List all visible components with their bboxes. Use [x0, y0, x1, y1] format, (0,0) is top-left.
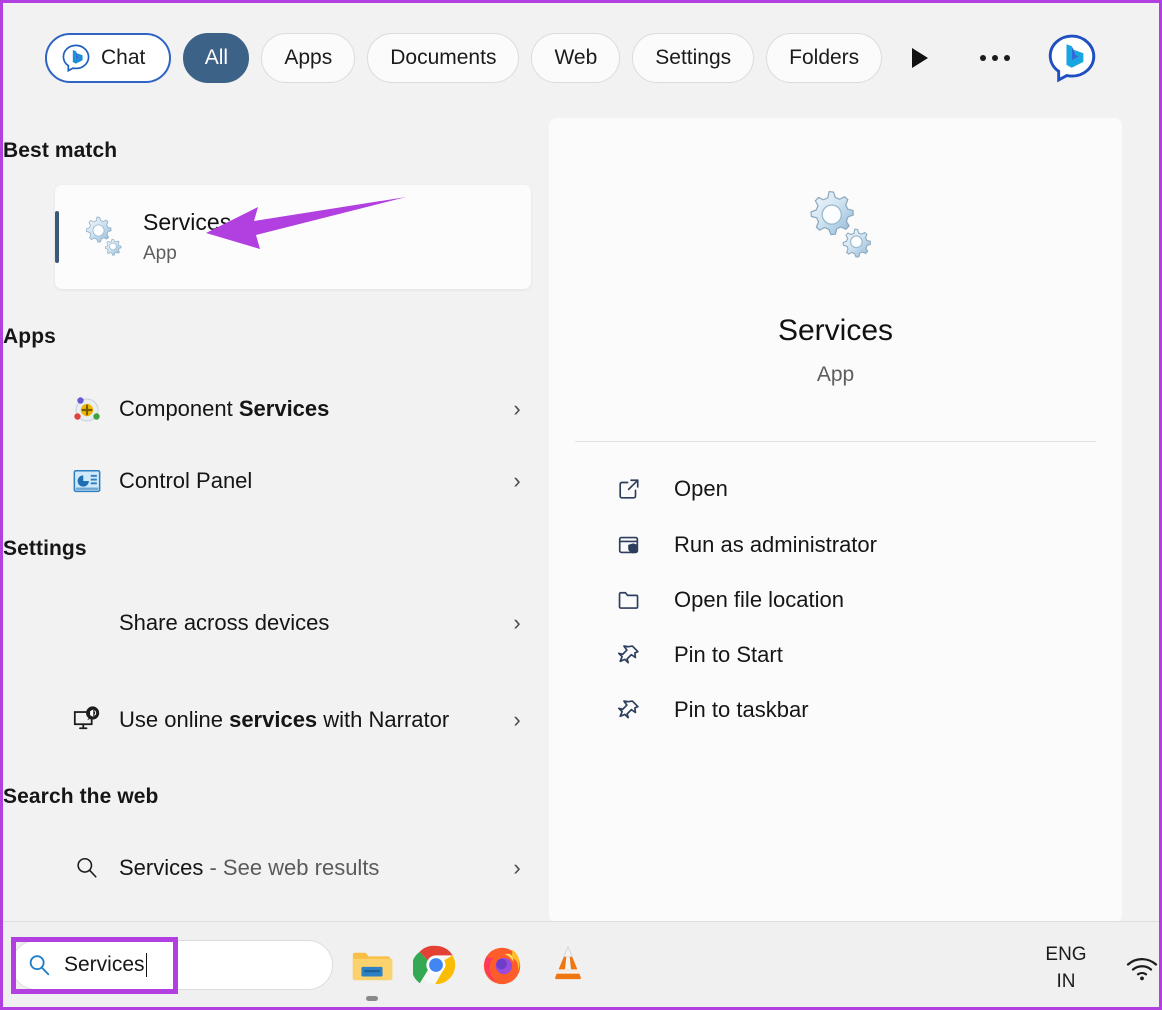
result-label: Control Panel: [119, 466, 503, 496]
taskbar-search-box[interactable]: Services: [11, 940, 333, 990]
section-heading-apps: Apps: [3, 325, 56, 348]
folder-icon: [613, 584, 645, 616]
gears-icon: [809, 190, 871, 258]
result-label-match: services: [229, 707, 318, 733]
result-label-suffix: - See web results: [203, 855, 380, 881]
search-icon: [69, 850, 105, 886]
tab-settings[interactable]: Settings: [632, 33, 755, 83]
preview-title: Services: [777, 314, 894, 347]
search-results-column: Best match Services App Apps Component S…: [3, 113, 549, 923]
tab-all-label: All: [204, 46, 229, 69]
result-label-prefix: Use online: [119, 707, 230, 733]
narrator-icon: [69, 702, 105, 738]
component-services-icon: [69, 391, 105, 427]
preview-panel: Services App Open Run as administrator O…: [549, 118, 1122, 923]
best-match-title: Services: [143, 209, 232, 235]
result-label: Component Services: [119, 394, 503, 424]
chrome-icon[interactable]: [413, 942, 459, 988]
tab-all[interactable]: All: [183, 33, 250, 83]
action-pin-to-start[interactable]: Pin to Start: [575, 632, 1096, 678]
play-triangle-icon[interactable]: [912, 48, 929, 68]
tab-chat[interactable]: Chat: [45, 33, 172, 83]
result-component-services[interactable]: Component Services ›: [55, 381, 531, 437]
language-line-2: IN: [1056, 970, 1076, 992]
search-input-value[interactable]: Services: [64, 953, 145, 977]
result-web-search-services[interactable]: Services - See web results ›: [55, 840, 531, 896]
tab-chat-label: Chat: [101, 46, 146, 69]
taskbar: Services ENG IN: [3, 921, 1159, 1007]
chevron-right-icon[interactable]: ›: [503, 610, 531, 636]
action-open[interactable]: Open: [575, 466, 1096, 512]
firefox-icon[interactable]: [479, 942, 525, 988]
action-label: Pin to taskbar: [674, 697, 809, 722]
gears-icon: [86, 216, 122, 256]
result-share-across-devices[interactable]: Share across devices ›: [55, 595, 531, 651]
windows-search-screen: Chat All Apps Documents Web Settings Fol…: [0, 0, 1162, 1010]
result-label-prefix: Share across devices: [119, 610, 330, 636]
language-indicator[interactable]: ENG IN: [1035, 942, 1097, 995]
result-label-prefix: Component: [119, 396, 239, 422]
result-label-prefix: Control Panel: [119, 468, 253, 494]
section-heading-search-the-web: Search the web: [3, 785, 159, 808]
tab-web-label: Web: [554, 46, 598, 69]
shield-window-icon: [613, 529, 645, 561]
action-open-file-location[interactable]: Open file location: [575, 577, 1096, 623]
preview-subtitle: App: [816, 363, 855, 386]
pin-icon: [613, 639, 645, 671]
ellipsis-icon[interactable]: [980, 55, 1011, 61]
tab-folders[interactable]: Folders: [766, 33, 883, 83]
chevron-right-icon[interactable]: ›: [503, 396, 531, 422]
action-label: Open: [674, 476, 728, 501]
chevron-right-icon[interactable]: ›: [503, 855, 531, 881]
language-line-1: ENG: [1045, 944, 1087, 965]
result-label: Use online services with Narrator: [119, 705, 503, 735]
action-label: Open file location: [674, 587, 844, 612]
section-heading-best-match: Best match: [3, 139, 118, 162]
vlc-cone-icon[interactable]: [545, 942, 591, 988]
search-icon: [29, 955, 50, 976]
tab-apps[interactable]: Apps: [261, 33, 356, 83]
action-pin-to-taskbar[interactable]: Pin to taskbar: [575, 687, 1096, 733]
tab-web[interactable]: Web: [531, 33, 621, 83]
bing-icon[interactable]: [1046, 32, 1098, 84]
section-heading-settings: Settings: [3, 537, 87, 560]
bing-chat-icon: [62, 44, 90, 73]
result-control-panel[interactable]: Control Panel ›: [55, 453, 531, 509]
result-label-suffix: with Narrator: [317, 707, 450, 733]
search-filter-tabbar: Chat All Apps Documents Web Settings Fol…: [3, 3, 1159, 113]
chevron-right-icon[interactable]: ›: [503, 707, 531, 733]
result-use-online-services-narrator[interactable]: Use online services with Narrator ›: [55, 683, 531, 757]
best-match-result-services[interactable]: Services App: [55, 185, 531, 289]
tab-documents[interactable]: Documents: [367, 33, 520, 83]
divider: [575, 441, 1096, 442]
result-label-prefix: Services: [119, 855, 204, 881]
text-caret: [145, 953, 148, 977]
result-label: Services - See web results: [119, 853, 503, 883]
file-explorer-icon[interactable]: [349, 942, 395, 988]
running-app-indicator: [366, 996, 378, 1001]
control-panel-icon: [69, 463, 105, 499]
tab-folders-label: Folders: [789, 46, 860, 69]
action-label: Run as administrator: [674, 532, 877, 557]
result-label: Share across devices: [119, 608, 503, 638]
result-label-match: Services: [238, 396, 330, 422]
action-run-as-administrator[interactable]: Run as administrator: [575, 522, 1096, 568]
best-match-subtitle: App: [143, 243, 177, 264]
open-external-icon: [613, 473, 645, 505]
tab-settings-label: Settings: [655, 46, 732, 69]
pin-icon: [613, 694, 645, 726]
wifi-icon[interactable]: [1125, 954, 1159, 982]
action-label: Pin to Start: [674, 642, 783, 667]
tab-documents-label: Documents: [390, 46, 497, 69]
search-flyout: Chat All Apps Documents Web Settings Fol…: [3, 3, 1159, 923]
tab-apps-label: Apps: [284, 46, 333, 69]
selection-indicator: [55, 211, 59, 263]
chevron-right-icon[interactable]: ›: [503, 468, 531, 494]
